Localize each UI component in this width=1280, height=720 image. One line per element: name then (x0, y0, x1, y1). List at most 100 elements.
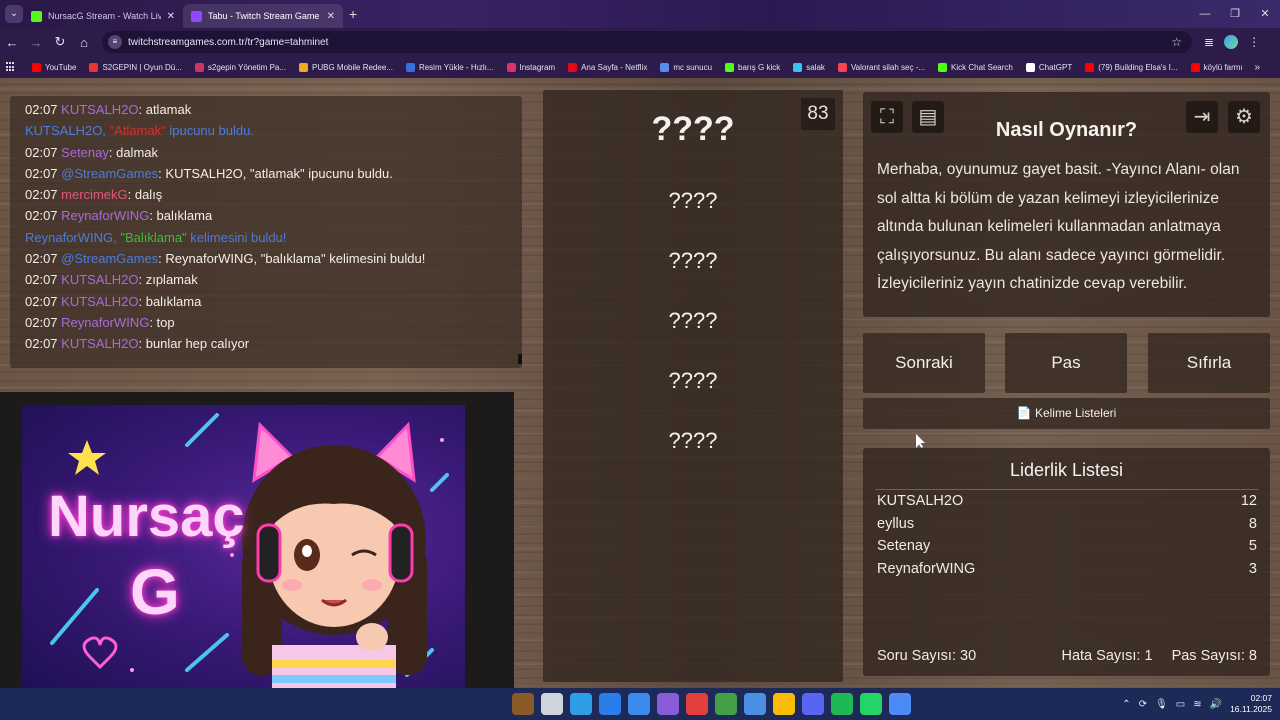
taskbar-clock[interactable]: 02:07 16.11.2025 (1230, 693, 1272, 715)
volume-icon[interactable]: 🔊 (1210, 699, 1222, 710)
bookmark-favicon-icon (660, 62, 670, 72)
bookmark-item[interactable]: Valorant silah seç -... (837, 62, 925, 72)
pass-button[interactable]: Pas (1005, 333, 1127, 393)
streamer-artwork: Nursaç G (22, 405, 465, 700)
browser-tab[interactable]: NursacG Stream - Watch Live o ✕ (23, 4, 183, 28)
chat-timestamp: 02:07 (25, 208, 58, 224)
chat-message: 02:07 ReynaforWING: balıklama (25, 205, 507, 226)
taskbar-app-icon[interactable] (802, 693, 824, 715)
chat-message: 02:07 KUTSALH2O: zıplamak (25, 269, 507, 290)
chat-timestamp: 02:07 (25, 314, 58, 330)
maximize-icon[interactable]: ❐ (1220, 0, 1250, 28)
address-bar[interactable]: ≡ twitchstreamgames.com.tr/tr?game=tahmi… (102, 31, 1192, 53)
taskbar-app-icon[interactable] (541, 693, 563, 715)
bookmark-item[interactable]: ChatGPT (1025, 62, 1073, 72)
chat-username: Setenay (61, 144, 109, 160)
how-to-play-text: Merhaba, oyunumuz gayet basit. -Yayıncı … (877, 161, 1240, 292)
taskbar-app-icon[interactable] (773, 693, 795, 715)
taskbar-app-icon[interactable] (628, 693, 650, 715)
forward-icon[interactable]: → (24, 35, 48, 50)
close-window-icon[interactable]: ✕ (1250, 0, 1280, 28)
wifi-icon[interactable]: ≋ (1193, 699, 1201, 710)
bookmark-item[interactable]: köylü farmı (1190, 62, 1243, 72)
more-bookmarks-icon[interactable]: » (1254, 62, 1260, 73)
leaderboard-row: eyllus 8 (877, 516, 1257, 532)
bookmark-favicon-icon (793, 62, 803, 72)
bookmark-item[interactable]: mc sunucu (660, 62, 712, 72)
chat-username: ReynaforWING (61, 208, 150, 224)
chat-timestamp: 02:07 (25, 336, 58, 352)
taskbar-app-icon[interactable] (715, 693, 737, 715)
bookmark-label: ChatGPT (1038, 62, 1073, 72)
chat-message: 02:07 Setenay: dalmak (25, 142, 507, 163)
media-control-icon[interactable]: ≣ (1204, 35, 1214, 49)
game-stats: Soru Sayısı: 30 Hata Sayısı: 1 Pas Sayıs… (877, 648, 1257, 664)
chat-text: : atlamak (138, 102, 192, 117)
reset-button[interactable]: Sıfırla (1148, 333, 1270, 393)
tab-list: NursacG Stream - Watch Live o✕Tabu - Twi… (23, 0, 343, 28)
display-icon[interactable]: ▭ (1176, 699, 1185, 710)
tray-chevron-icon[interactable]: ⌃ (1122, 699, 1130, 710)
profile-avatar[interactable] (1224, 35, 1239, 49)
tab-favicon-icon (191, 10, 202, 22)
taskbar-app-icon[interactable] (860, 693, 882, 715)
word-lists-button[interactable]: 📄 Kelime Listeleri (863, 398, 1270, 429)
apps-grid-icon[interactable] (6, 62, 16, 72)
bookmark-item[interactable]: (79) Building Elsa's I... (1085, 62, 1178, 72)
player-name: ReynaforWING (877, 560, 976, 577)
next-button[interactable]: Sonraki (863, 333, 985, 393)
chat-scrollbar[interactable] (518, 354, 522, 364)
taskbar-app-icon[interactable] (512, 693, 534, 715)
bookmark-item[interactable]: PUBG Mobile Redee... (299, 62, 393, 72)
bookmark-item[interactable]: S2GEPIN | Oyun Dü... (89, 62, 182, 72)
bookmark-item[interactable]: barış G kick (725, 62, 781, 72)
taskbar-app-icon[interactable] (889, 693, 911, 715)
logout-icon[interactable]: ⇥ (1186, 101, 1218, 133)
taskbar-app-icon[interactable] (599, 693, 621, 715)
system-text: KUTSALH2O, (25, 123, 110, 139)
chat-username: @StreamGames (61, 165, 159, 181)
new-tab-icon[interactable]: + (349, 6, 357, 22)
taskbar-app-icon[interactable] (831, 693, 853, 715)
bookmark-label: PUBG Mobile Redee... (312, 62, 393, 72)
browser-tab[interactable]: Tabu - Twitch Stream Game ✕ (183, 4, 343, 28)
reload-icon[interactable]: ↻ (48, 34, 72, 50)
tab-search-icon[interactable]: ⌄ (5, 5, 23, 23)
bookmark-item[interactable]: salak (793, 62, 825, 72)
close-tab-icon[interactable]: ✕ (167, 11, 175, 22)
bookmark-label: barış G kick (738, 62, 781, 72)
home-icon[interactable]: ⌂ (72, 35, 96, 50)
player-name: Setenay (877, 538, 931, 554)
error-count: Hata Sayısı: 1 (1061, 648, 1153, 664)
system-text: ReynaforWING, (25, 229, 121, 245)
site-info-icon[interactable]: ≡ (108, 35, 122, 49)
taskbar-app-icon[interactable] (744, 693, 766, 715)
bookmark-item[interactable]: s2gepin Yönetim Pa... (194, 62, 287, 72)
bookmark-star-icon[interactable]: ☆ (1171, 35, 1182, 49)
bookmark-item[interactable]: Resim Yükle - Hızlı... (405, 62, 494, 72)
system-text: kelimesini buldu! (186, 229, 287, 245)
bookmark-label: s2gepin Yönetim Pa... (207, 62, 287, 72)
sync-icon[interactable]: ⟳ (1139, 699, 1147, 710)
back-icon[interactable]: ← (0, 35, 24, 50)
chat-message: 02:07 @StreamGames: ReynaforWING, "balık… (25, 248, 507, 269)
settings-gear-icon[interactable]: ⚙ (1228, 101, 1260, 133)
chat-message: 02:07 mercimekG: dalış (25, 184, 507, 205)
bookmark-item[interactable]: Kick Chat Search (938, 62, 1013, 72)
minimize-icon[interactable]: — (1190, 0, 1220, 28)
chat-timestamp: 02:07 (25, 251, 58, 267)
webcam-overlay: Nursaç G (0, 392, 514, 702)
microphone-icon[interactable]: 🎙 (1155, 699, 1168, 710)
close-tab-icon[interactable]: ✕ (327, 11, 335, 22)
taskbar-app-icon[interactable] (657, 693, 679, 715)
bookmark-item[interactable]: Ana Sayfa - Netflix (568, 62, 647, 72)
taskbar-app-icon[interactable] (570, 693, 592, 715)
bookmark-item[interactable]: Instagram (506, 62, 555, 72)
taskbar-app-icon[interactable] (686, 693, 708, 715)
browser-menu-icon[interactable]: ⋮ (1248, 35, 1260, 49)
windows-taskbar: ⌃ ⟳ 🎙 ▭ ≋ 🔊 02:07 16.11.2025 (0, 688, 1280, 720)
forbidden-word: ???? (668, 428, 718, 453)
bookmark-item[interactable]: YouTube (32, 62, 76, 72)
bookmark-favicon-icon (725, 62, 735, 72)
bookmark-label: Kick Chat Search (951, 62, 1013, 72)
